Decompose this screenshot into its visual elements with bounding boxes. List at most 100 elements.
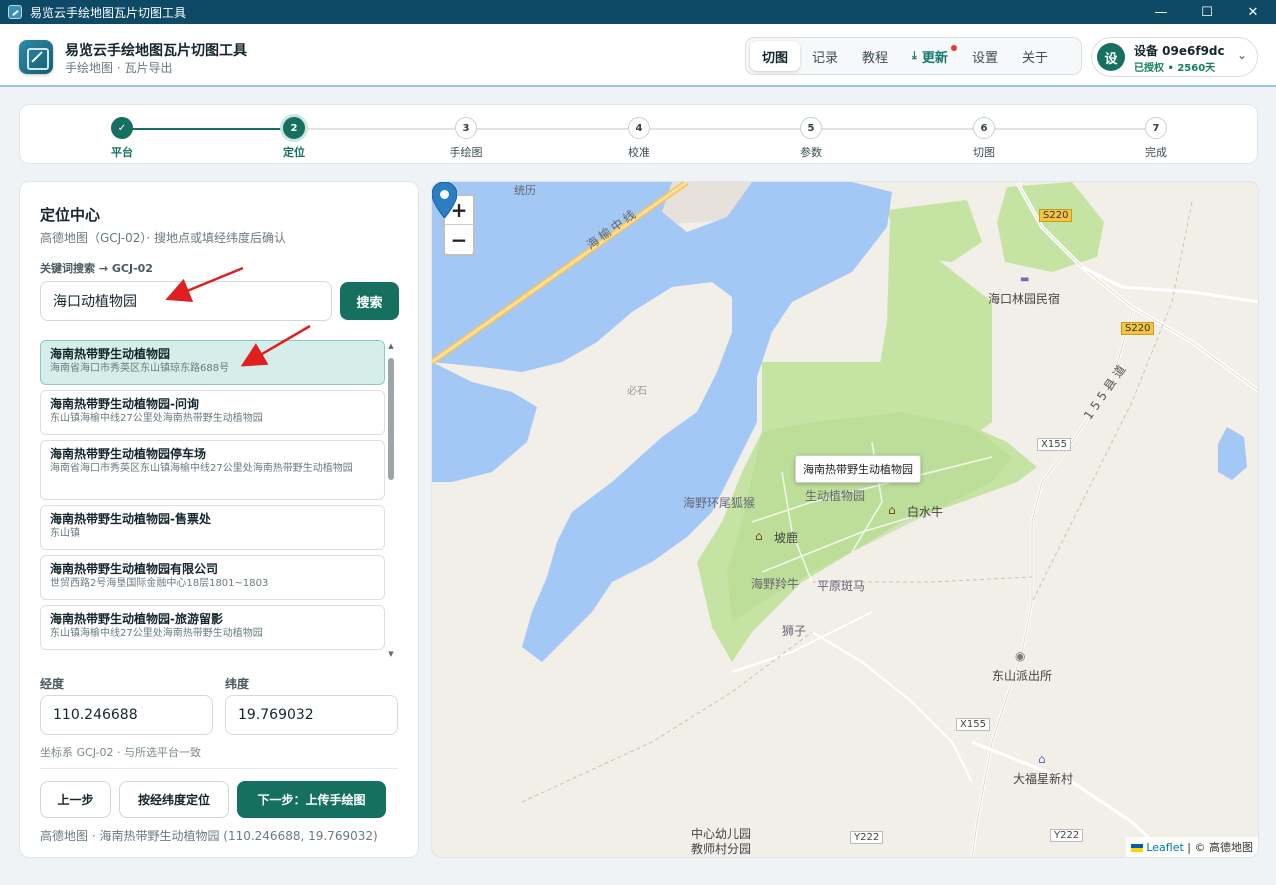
device-license-status: 已授权 • 2560天 [1134, 63, 1216, 74]
latitude-label: 纬度 [225, 677, 250, 691]
leaflet-link[interactable]: Leaflet [1146, 841, 1183, 854]
nav-tutorial-label: 教程 [862, 50, 889, 66]
result-name: 海南热带野生动植物园停车场 [50, 447, 207, 461]
map-label: 必石 [627, 386, 647, 397]
map-label: 坡鹿 [774, 531, 799, 545]
result-address: 海南省海口市秀英区东山镇海榆中线27公里处海南热带野生动植物园 [50, 463, 353, 474]
step-done[interactable]: 7 完成 [1126, 117, 1186, 160]
result-name: 海南热带野生动植物园-问询 [50, 397, 199, 411]
poi-icon: ⌂ [888, 503, 896, 517]
result-item[interactable]: 海南热带野生动植物园有限公司 世贸西路2号海垦国际金融中心18层1801~180… [40, 555, 385, 600]
coord-system-note: 坐标系 GCJ-02 · 与所选平台一致 [40, 746, 202, 759]
search-button[interactable]: 搜索 [340, 282, 399, 320]
road-shield: S220 [1121, 322, 1155, 335]
map-tiles [432, 182, 1258, 857]
map-label: 海野羚牛 [751, 577, 800, 591]
map-label: 平原斑马 [817, 579, 866, 593]
next-step-button[interactable]: 下一步：上传手绘图 [237, 781, 386, 818]
download-icon: ⤓ [912, 49, 917, 62]
map-view[interactable]: 统历 海榆中线 必石 S220 S220 ▬ 海口林园民宿 155县道 X155… [431, 181, 1259, 858]
result-name: 海南热带野生动植物园-售票处 [50, 512, 211, 526]
locate-panel: 定位中心 高德地图（GCJ-02）· 搜地点或填经纬度后确认 关键词搜索 → G… [19, 181, 419, 858]
step-label: 切图 [973, 146, 995, 159]
map-label: 海野环尾狐猴 [683, 496, 756, 510]
nav-about-label: 关于 [1021, 50, 1048, 66]
longitude-label: 经度 [40, 677, 65, 691]
result-item[interactable]: 海南热带野生动植物园 海南省海口市秀英区东山镇琼东路688号 [40, 340, 385, 385]
scroll-down-icon[interactable]: ▼ [386, 650, 396, 658]
map-label: 狮子 [782, 624, 807, 638]
app-header: 易览云手绘地图瓦片切图工具 手绘地图 · 瓦片导出 切图 记录 教程 ⤓ 更新 … [0, 24, 1276, 87]
nav-settings[interactable]: 设置 [960, 41, 1010, 71]
result-item[interactable]: 海南热带野生动植物园-售票处 东山镇 [40, 505, 385, 550]
prev-step-button[interactable]: 上一步 [40, 781, 111, 818]
poi-icon: ⌂ [755, 529, 763, 543]
map-label: 生动植物园 [805, 489, 866, 503]
step-number: 4 [628, 117, 650, 139]
window-controls: — ☐ ✕ [1138, 0, 1276, 24]
step-params[interactable]: 5 参数 [781, 117, 841, 160]
minimize-button[interactable]: — [1138, 0, 1184, 24]
nav-cut[interactable]: 切图 [750, 41, 801, 71]
attribution-text: | © 高德地图 [1183, 841, 1253, 854]
main-nav: 切图 记录 教程 ⤓ 更新 设置 关于 [745, 37, 1082, 75]
road-shield: Y222 [1050, 829, 1084, 842]
map-label: 统历 [514, 184, 536, 197]
map-label: 东山派出所 [992, 669, 1053, 683]
search-input[interactable] [40, 281, 332, 321]
app-logo [19, 40, 53, 74]
marker-popup: 海南热带野生动植物园 [795, 455, 921, 483]
chevron-down-icon: ⌄ [1236, 48, 1247, 62]
step-calibrate[interactable]: 4 校准 [609, 117, 669, 160]
app-subtitle: 手绘地图 · 瓦片导出 [65, 61, 173, 75]
device-menu[interactable]: 设 设备 09e6f9dc 已授权 • 2560天 ⌄ [1091, 37, 1258, 77]
step-number: 2 [283, 117, 305, 139]
nav-about[interactable]: 关于 [1010, 41, 1060, 71]
step-locate[interactable]: 2 定位 [264, 117, 324, 160]
panel-subtitle: 高德地图（GCJ-02）· 搜地点或填经纬度后确认 [40, 231, 287, 245]
step-platform[interactable]: ✓ 平台 [92, 117, 152, 160]
nav-cut-label: 切图 [762, 50, 789, 66]
scroll-up-icon[interactable]: ▲ [386, 342, 396, 350]
results-scrollbar[interactable]: ▲ ▼ [386, 342, 396, 658]
check-icon: ✓ [111, 117, 133, 139]
road-shield: S220 [1039, 209, 1073, 222]
result-item[interactable]: 海南热带野生动植物园-旅游留影 东山镇海榆中线27公里处海南热带野生动植物园 [40, 605, 385, 650]
locate-by-coords-button[interactable]: 按经纬度定位 [119, 781, 229, 818]
panel-title: 定位中心 [40, 206, 101, 224]
latitude-input[interactable] [225, 695, 398, 735]
step-label: 定位 [283, 146, 305, 159]
window-titlebar: 易览云手绘地图瓦片切图工具 — ☐ ✕ [0, 0, 1276, 24]
divider [40, 768, 398, 769]
step-label: 完成 [1145, 146, 1167, 159]
app-title: 易览云手绘地图瓦片切图工具 [65, 43, 247, 59]
maximize-button[interactable]: ☐ [1184, 0, 1230, 24]
step-label: 参数 [800, 146, 822, 159]
result-address: 海南省海口市秀英区东山镇琼东路688号 [50, 363, 230, 374]
road-shield: X155 [1037, 438, 1071, 451]
hotel-icon: ▬ [1020, 274, 1030, 285]
result-address: 世贸西路2号海垦国际金融中心18层1801~1803 [50, 578, 269, 589]
nav-tutorial[interactable]: 教程 [850, 41, 900, 71]
result-item[interactable]: 海南热带野生动植物园停车场 海南省海口市秀英区东山镇海榆中线27公里处海南热带野… [40, 440, 385, 500]
step-number: 3 [455, 117, 477, 139]
step-progress: ✓ 平台 2 定位 3 手绘图 4 校准 5 参数 6 切图 7 完成 [19, 104, 1258, 164]
step-drawing[interactable]: 3 手绘图 [436, 117, 496, 160]
update-dot-badge [950, 45, 957, 51]
scrollbar-thumb[interactable] [388, 358, 394, 480]
device-avatar: 设 [1097, 43, 1125, 71]
step-cut[interactable]: 6 切图 [954, 117, 1014, 160]
zoom-out-button[interactable]: − [445, 225, 473, 254]
nav-records[interactable]: 记录 [800, 41, 850, 71]
close-button[interactable]: ✕ [1230, 0, 1276, 24]
nav-update[interactable]: ⤓ 更新 [900, 41, 960, 71]
result-name: 海南热带野生动植物园 [50, 347, 171, 361]
result-item[interactable]: 海南热带野生动植物园-问询 东山镇海榆中线27公里处海南热带野生动植物园 [40, 390, 385, 435]
longitude-input[interactable] [40, 695, 213, 735]
search-label: 关键词搜索 → GCJ-02 [40, 262, 153, 275]
map-label: 白水牛 [907, 505, 944, 519]
step-number: 5 [800, 117, 822, 139]
village-icon: ⌂ [1038, 752, 1046, 766]
step-connector-todo [294, 128, 1156, 130]
map-marker-icon[interactable] [432, 182, 457, 218]
